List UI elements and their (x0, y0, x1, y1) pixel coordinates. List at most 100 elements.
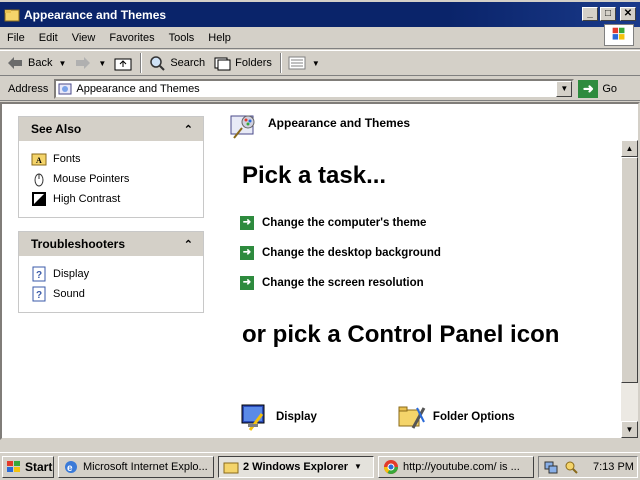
collapse-chevron-icon[interactable]: ⌃ (184, 123, 193, 136)
menu-edit[interactable]: Edit (32, 32, 65, 44)
close-button[interactable]: ✕ (620, 7, 636, 21)
up-folder-icon (114, 58, 132, 71)
windows-logo-icon (604, 24, 634, 46)
see-also-mouse-pointers[interactable]: Mouse Pointers (31, 169, 191, 189)
main-pane: Appearance and Themes Pick a task... ➜ C… (220, 104, 620, 438)
network-icon[interactable] (543, 459, 559, 475)
menu-bar: File Edit View Favorites Tools Help (0, 27, 640, 49)
go-button[interactable]: ➜ Go (578, 79, 618, 98)
folder-icon (4, 9, 20, 21)
address-label: Address (8, 82, 49, 95)
svg-text:?: ? (36, 290, 42, 301)
help-icon: ? (32, 286, 46, 302)
internet-explorer-icon: e (65, 460, 77, 474)
help-icon: ? (32, 266, 46, 282)
taskbar-label: http://youtube.com/ is ... (403, 460, 520, 473)
back-label: Back (28, 57, 53, 69)
green-arrow-icon: ➜ (240, 216, 254, 230)
menu-help[interactable]: Help (201, 32, 238, 44)
folders-label: Folders (235, 57, 272, 69)
collapse-chevron-icon[interactable]: ⌃ (184, 238, 193, 251)
start-button[interactable]: Start (2, 455, 54, 478)
task-change-background[interactable]: ➜ Change the desktop background (240, 238, 441, 268)
chevron-down-icon[interactable]: ▼ (98, 59, 106, 68)
high-contrast-icon (32, 192, 46, 206)
menu-view[interactable]: View (65, 32, 103, 44)
green-arrow-icon: ➜ (240, 246, 254, 260)
address-field[interactable]: Appearance and Themes ▼ (54, 78, 575, 99)
see-also-label: Fonts (53, 153, 81, 165)
task-list: ➜ Change the computer's theme ➜ Change t… (240, 208, 441, 298)
search-icon[interactable] (563, 459, 579, 475)
troubleshooters-panel: Troubleshooters ⌃ ? Display ? Sound (18, 231, 204, 313)
chevron-down-icon[interactable]: ▼ (58, 59, 66, 68)
clock[interactable]: 7:13 PM (593, 461, 634, 473)
pick-task-heading: Pick a task... (242, 162, 387, 189)
go-arrow-icon: ➜ (578, 79, 599, 98)
see-also-label: High Contrast (53, 193, 121, 205)
taskbar-chrome[interactable]: http://youtube.com/ is ... (378, 455, 534, 478)
scroll-up-button[interactable]: ▲ (621, 140, 638, 157)
address-value: Appearance and Themes (76, 82, 200, 95)
taskbar-label: Microsoft Internet Explo... (83, 460, 208, 473)
search-button[interactable]: Search (148, 54, 205, 72)
toolbar-separator (140, 53, 143, 73)
cp-icon-label: Folder Options (432, 411, 515, 423)
control-panel-icons: Display Folder Options (240, 402, 515, 432)
scroll-down-button[interactable]: ▼ (621, 421, 638, 438)
menu-favorites[interactable]: Favorites (102, 32, 161, 44)
start-label: Start (25, 459, 53, 474)
toolbar-separator (279, 53, 282, 73)
folders-icon (214, 57, 231, 71)
taskbar-label: 2 Windows Explorer (243, 460, 349, 473)
chevron-down-icon[interactable]: ▼ (312, 59, 320, 68)
taskbar-ie[interactable]: e Microsoft Internet Explo... (58, 455, 214, 478)
task-change-resolution[interactable]: ➜ Change the screen resolution (240, 268, 441, 298)
troubleshooter-sound[interactable]: ? Sound (31, 284, 191, 304)
cp-icon-label: Display (276, 411, 317, 423)
task-label: Change the desktop background (262, 247, 441, 259)
cp-icon-folder-options[interactable]: Folder Options (397, 402, 515, 432)
views-icon (288, 56, 306, 70)
see-also-header[interactable]: See Also ⌃ (19, 117, 203, 141)
chevron-down-icon[interactable]: ▼ (354, 462, 362, 471)
taskbar: Start e Microsoft Internet Explo... 2 Wi… (0, 452, 640, 480)
content-area: See Also ⌃ A Fonts Mouse Pointers High C… (0, 102, 640, 440)
category-title: Appearance and Themes (268, 116, 411, 130)
task-change-theme[interactable]: ➜ Change the computer's theme (240, 208, 441, 238)
search-label: Search (170, 57, 206, 69)
troubleshooter-display[interactable]: ? Display (31, 264, 191, 284)
troubleshooters-header[interactable]: Troubleshooters ⌃ (19, 232, 203, 256)
back-button[interactable]: Back ▼ (6, 54, 66, 72)
chevron-down-icon[interactable]: ▼ (556, 80, 573, 97)
views-button[interactable]: ▼ (288, 54, 320, 72)
control-panel-heading: or pick a Control Panel icon (242, 321, 560, 348)
task-pane: See Also ⌃ A Fonts Mouse Pointers High C… (2, 104, 220, 438)
up-folder-button[interactable] (114, 54, 132, 72)
scroll-thumb[interactable] (621, 157, 638, 383)
cp-icon-display[interactable]: Display (240, 402, 317, 432)
toolbar: Back ▼ ▼ Search Folders ▼ (0, 50, 640, 76)
see-also-fonts[interactable]: A Fonts (31, 149, 191, 169)
svg-text:e: e (67, 463, 73, 474)
chrome-icon (384, 459, 398, 474)
see-also-high-contrast[interactable]: High Contrast (31, 189, 191, 209)
green-arrow-icon: ➜ (240, 276, 254, 290)
svg-text:A: A (36, 156, 42, 165)
vertical-scrollbar[interactable]: ▲ ▼ (621, 140, 638, 438)
display-icon (241, 404, 265, 431)
folder-options-icon (398, 406, 426, 429)
minimize-button[interactable]: _ (582, 7, 598, 21)
maximize-button[interactable]: □ (600, 7, 616, 21)
see-also-title: See Also (31, 122, 82, 136)
menu-tools[interactable]: Tools (162, 32, 202, 44)
search-icon (150, 56, 166, 71)
forward-button[interactable]: ▼ (74, 54, 106, 72)
title-bar[interactable]: Appearance and Themes _ □ ✕ (0, 0, 640, 27)
mouse-icon (34, 173, 44, 187)
go-label: Go (602, 82, 618, 95)
menu-file[interactable]: File (0, 32, 32, 44)
taskbar-explorer[interactable]: 2 Windows Explorer ▼ (218, 455, 374, 478)
see-also-label: Mouse Pointers (53, 173, 130, 185)
folders-button[interactable]: Folders (213, 54, 272, 72)
